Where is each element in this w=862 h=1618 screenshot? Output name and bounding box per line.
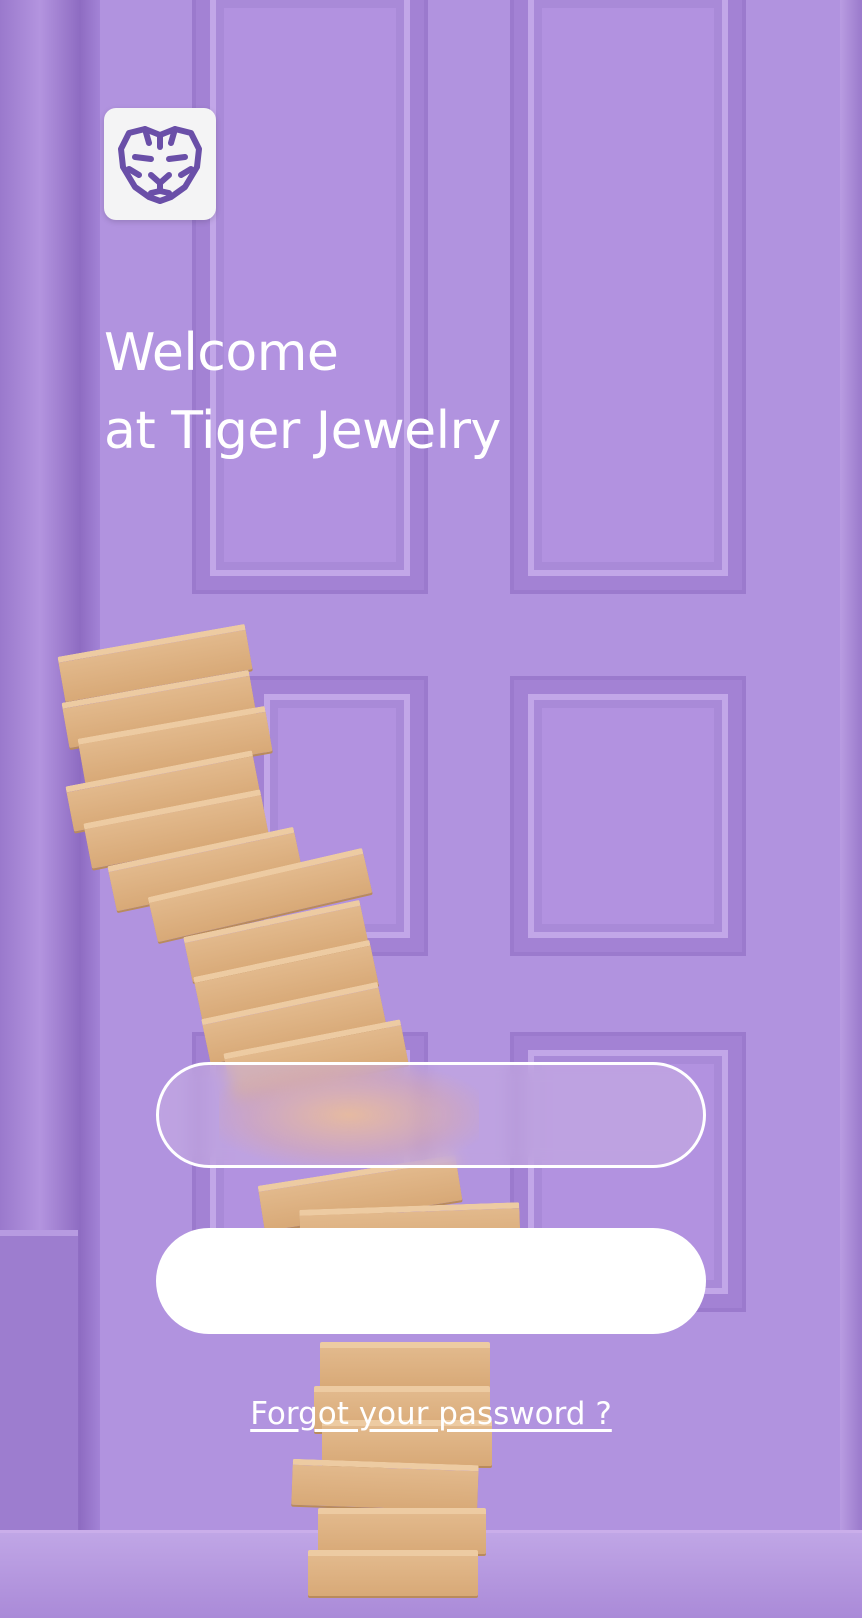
welcome-heading: Welcome at Tiger Jewelry — [104, 314, 501, 470]
forgot-password-link[interactable]: Forgot your password ? — [0, 1396, 862, 1432]
email-field[interactable] — [156, 1062, 706, 1168]
tiger-icon — [118, 126, 202, 204]
welcome-line-2: at Tiger Jewelry — [104, 401, 501, 461]
box — [320, 1342, 490, 1388]
password-input[interactable] — [156, 1228, 706, 1334]
box — [318, 1508, 486, 1554]
email-input[interactable] — [159, 1065, 703, 1165]
background-photo — [0, 0, 862, 1618]
box — [308, 1550, 478, 1596]
door-panel — [514, 0, 742, 590]
welcome-line-1: Welcome — [104, 323, 339, 383]
password-field[interactable] — [156, 1228, 706, 1334]
box — [291, 1458, 479, 1512]
brand-logo — [104, 108, 216, 220]
door-panel — [514, 680, 742, 952]
door-frame-right — [840, 0, 862, 1618]
door-panel — [196, 0, 424, 590]
